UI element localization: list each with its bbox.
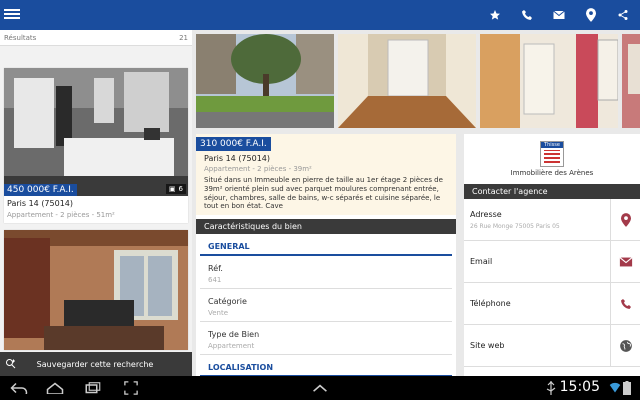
hamburger-icon[interactable]: [4, 7, 20, 23]
home-icon[interactable]: [44, 380, 66, 396]
property-detail: 310 000€ F.A.I. Paris 14 (75014) Apparte…: [196, 134, 456, 376]
photo-gallery[interactable]: [196, 34, 640, 128]
battery-icon: [620, 380, 634, 396]
results-header: Résultats 21: [0, 30, 192, 46]
detail-row: Réf. 641: [200, 256, 452, 289]
listing-card[interactable]: 450 000€ F.A.I. ▣ 6 Paris 14 (75014) App…: [4, 68, 188, 223]
contact-agency-header: Contacter l'agence: [464, 184, 640, 199]
agency-address-row[interactable]: Adresse 26 Rue Monge 75005 Paris 05: [464, 199, 640, 241]
general-group-label: GENERAL: [200, 234, 452, 256]
gallery-photo[interactable]: [622, 34, 640, 128]
listing-price: 450 000€ F.A.I.: [4, 184, 77, 196]
listing-city: Paris 14 (75014): [7, 199, 74, 208]
detail-row: Catégorie Vente: [200, 289, 452, 322]
save-search-label: Sauvegarder cette recherche: [36, 359, 154, 369]
star-icon[interactable]: [486, 7, 504, 23]
phone-icon[interactable]: [518, 7, 536, 23]
characteristics-header: Caractéristiques du bien: [196, 219, 456, 234]
screenshot-icon[interactable]: [120, 380, 142, 396]
save-search-button[interactable]: Sauvegarder cette recherche: [0, 352, 192, 376]
listing-photo: 450 000€ F.A.I. ▣ 6: [4, 68, 188, 196]
detail-subtitle: Appartement - 2 pièces - 39m²: [204, 165, 312, 173]
back-icon[interactable]: [8, 380, 30, 396]
detail-description: Situé dans un Immeuble en pierre de tail…: [204, 176, 443, 211]
map-pin-icon[interactable]: [582, 7, 600, 23]
detail-row: Type de Bien Appartement: [200, 322, 452, 355]
listing-subtitle: Appartement - 2 pièces - 51m²: [7, 211, 115, 219]
detail-price: 310 000€ F.A.I.: [196, 137, 271, 151]
detail-summary: 310 000€ F.A.I. Paris 14 (75014) Apparte…: [196, 134, 456, 215]
agency-phone-row[interactable]: Téléphone: [464, 283, 640, 325]
detail-city: Paris 14 (75014): [204, 154, 271, 163]
photo-count-badge: ▣ 6: [165, 184, 186, 194]
share-icon[interactable]: [614, 7, 632, 23]
app-toolbar: [0, 0, 640, 30]
gallery-photo[interactable]: [338, 34, 476, 128]
gallery-photo[interactable]: [480, 34, 618, 128]
phone-icon[interactable]: [610, 283, 640, 324]
system-navigation-bar: 15:05: [0, 376, 640, 400]
gallery-photo[interactable]: [196, 34, 334, 128]
mail-icon[interactable]: [550, 7, 568, 23]
agency-email-row[interactable]: Email: [464, 241, 640, 283]
localisation-group-label: LOCALISATION: [200, 355, 452, 376]
results-panel: Résultats 21 450 000€ F.A.I. ▣ 6 Paris 1…: [0, 30, 192, 376]
system-clock: 15:05: [559, 379, 600, 395]
map-pin-icon[interactable]: [610, 199, 640, 240]
agency-header: Thisse Immobilière des Arènes: [464, 134, 640, 184]
agency-logo: Thisse: [540, 141, 564, 167]
recent-apps-icon[interactable]: [82, 380, 104, 396]
chevron-up-icon[interactable]: [309, 380, 331, 396]
agency-name: Immobilière des Arènes: [510, 169, 594, 177]
agency-panel: Thisse Immobilière des Arènes Contacter …: [464, 134, 640, 376]
mail-icon[interactable]: [610, 241, 640, 282]
image-icon: ▣: [168, 185, 176, 193]
results-count: 21: [179, 33, 188, 42]
agency-website-row[interactable]: Site web: [464, 325, 640, 367]
results-label: Résultats: [4, 33, 37, 42]
saved-search-icon: [0, 358, 22, 370]
listing-photo: [4, 230, 188, 350]
listing-card[interactable]: [4, 230, 188, 350]
globe-icon[interactable]: [610, 325, 640, 366]
